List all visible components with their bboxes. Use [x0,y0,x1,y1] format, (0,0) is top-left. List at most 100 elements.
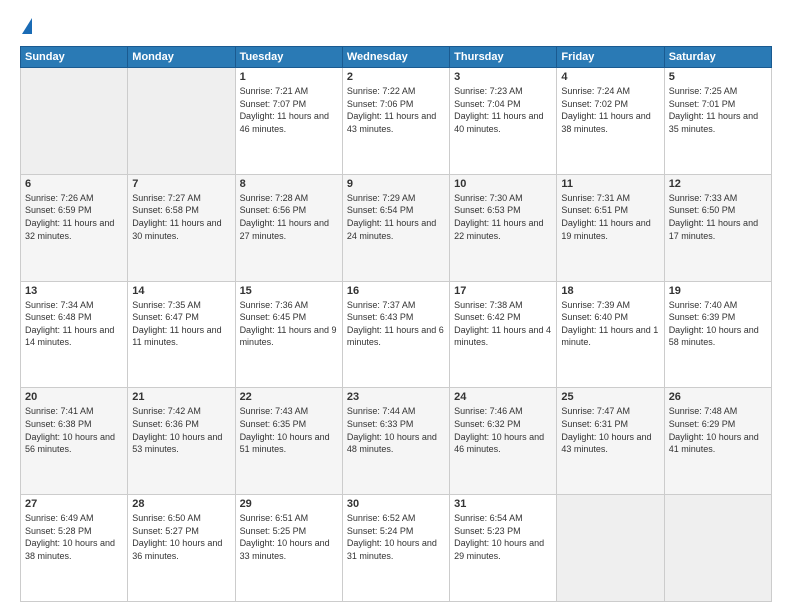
calendar-cell: 16 Sunrise: 7:37 AM Sunset: 6:43 PM Dayli… [342,281,449,388]
calendar-cell: 10Sunrise: 7:30 AM Sunset: 6:53 PM Dayli… [450,174,557,281]
calendar-cell: 9 Sunrise: 7:29 AM Sunset: 6:54 PM Daylig… [342,174,449,281]
calendar-cell: 8 Sunrise: 7:28 AM Sunset: 6:56 PM Daylig… [235,174,342,281]
day-number: 15 [240,285,338,297]
day-info: Sunrise: 7:34 AM Sunset: 6:48 PM Dayligh… [25,299,123,349]
day-number: 26 [669,391,767,403]
day-info: Sunrise: 6:49 AM Sunset: 5:28 PM Dayligh… [25,512,123,562]
calendar-cell: 6 Sunrise: 7:26 AM Sunset: 6:59 PM Daylig… [21,174,128,281]
calendar-cell: 7Sunrise: 7:27 AM Sunset: 6:58 PM Daylig… [128,174,235,281]
page: SundayMondayTuesdayWednesdayThursdayFrid… [0,0,792,612]
day-info: Sunrise: 7:40 AM Sunset: 6:39 PM Dayligh… [669,299,767,349]
day-number: 3 [454,71,552,83]
calendar-cell: 20Sunrise: 7:41 AM Sunset: 6:38 PM Dayli… [21,388,128,495]
header [20,18,772,36]
day-number: 8 [240,178,338,190]
calendar-cell: 25 Sunrise: 7:47 AM Sunset: 6:31 PM Dayli… [557,388,664,495]
calendar-cell: 21 Sunrise: 7:42 AM Sunset: 6:36 PM Dayli… [128,388,235,495]
calendar-cell: 11 Sunrise: 7:31 AM Sunset: 6:51 PM Dayli… [557,174,664,281]
calendar-week-row: 13 Sunrise: 7:34 AM Sunset: 6:48 PM Dayli… [21,281,772,388]
calendar-table: SundayMondayTuesdayWednesdayThursdayFrid… [20,46,772,602]
day-number: 25 [561,391,659,403]
calendar-week-row: 20Sunrise: 7:41 AM Sunset: 6:38 PM Dayli… [21,388,772,495]
day-number: 23 [347,391,445,403]
calendar-cell: 13 Sunrise: 7:34 AM Sunset: 6:48 PM Dayli… [21,281,128,388]
day-info: Sunrise: 7:27 AM Sunset: 6:58 PM Dayligh… [132,192,230,242]
calendar-cell [128,68,235,175]
calendar-day-header: Friday [557,47,664,68]
day-number: 2 [347,71,445,83]
day-info: Sunrise: 6:54 AM Sunset: 5:23 PM Dayligh… [454,512,552,562]
day-info: Sunrise: 7:44 AM Sunset: 6:33 PM Dayligh… [347,405,445,455]
day-number: 16 [347,285,445,297]
day-number: 4 [561,71,659,83]
day-info: Sunrise: 7:23 AM Sunset: 7:04 PM Dayligh… [454,85,552,135]
day-number: 29 [240,498,338,510]
calendar-cell: 26 Sunrise: 7:48 AM Sunset: 6:29 PM Dayli… [664,388,771,495]
calendar-cell: 30Sunrise: 6:52 AM Sunset: 5:24 PM Dayli… [342,495,449,602]
day-info: Sunrise: 7:42 AM Sunset: 6:36 PM Dayligh… [132,405,230,455]
day-number: 20 [25,391,123,403]
day-number: 18 [561,285,659,297]
calendar-cell: 14Sunrise: 7:35 AM Sunset: 6:47 PM Dayli… [128,281,235,388]
day-number: 13 [25,285,123,297]
day-number: 6 [25,178,123,190]
day-info: Sunrise: 7:36 AM Sunset: 6:45 PM Dayligh… [240,299,338,349]
calendar-cell: 2 Sunrise: 7:22 AM Sunset: 7:06 PM Daylig… [342,68,449,175]
calendar-day-header: Sunday [21,47,128,68]
day-info: Sunrise: 7:47 AM Sunset: 6:31 PM Dayligh… [561,405,659,455]
calendar-cell: 19 Sunrise: 7:40 AM Sunset: 6:39 PM Dayli… [664,281,771,388]
calendar-body: 1 Sunrise: 7:21 AM Sunset: 7:07 PM Daylig… [21,68,772,602]
calendar-cell: 22 Sunrise: 7:43 AM Sunset: 6:35 PM Dayli… [235,388,342,495]
day-number: 5 [669,71,767,83]
calendar-cell [664,495,771,602]
day-info: Sunrise: 7:21 AM Sunset: 7:07 PM Dayligh… [240,85,338,135]
day-info: Sunrise: 7:26 AM Sunset: 6:59 PM Dayligh… [25,192,123,242]
day-info: Sunrise: 7:29 AM Sunset: 6:54 PM Dayligh… [347,192,445,242]
day-info: Sunrise: 6:51 AM Sunset: 5:25 PM Dayligh… [240,512,338,562]
logo [20,18,32,36]
calendar-cell: 3 Sunrise: 7:23 AM Sunset: 7:04 PM Daylig… [450,68,557,175]
calendar-cell: 28Sunrise: 6:50 AM Sunset: 5:27 PM Dayli… [128,495,235,602]
day-number: 12 [669,178,767,190]
calendar-day-header: Monday [128,47,235,68]
calendar-cell: 4 Sunrise: 7:24 AM Sunset: 7:02 PM Daylig… [557,68,664,175]
day-number: 21 [132,391,230,403]
day-info: Sunrise: 7:28 AM Sunset: 6:56 PM Dayligh… [240,192,338,242]
day-number: 27 [25,498,123,510]
calendar-cell: 1 Sunrise: 7:21 AM Sunset: 7:07 PM Daylig… [235,68,342,175]
day-number: 19 [669,285,767,297]
calendar-day-header: Wednesday [342,47,449,68]
day-info: Sunrise: 7:33 AM Sunset: 6:50 PM Dayligh… [669,192,767,242]
day-info: Sunrise: 7:22 AM Sunset: 7:06 PM Dayligh… [347,85,445,135]
day-number: 17 [454,285,552,297]
day-info: Sunrise: 7:24 AM Sunset: 7:02 PM Dayligh… [561,85,659,135]
day-info: Sunrise: 7:48 AM Sunset: 6:29 PM Dayligh… [669,405,767,455]
day-info: Sunrise: 7:37 AM Sunset: 6:43 PM Dayligh… [347,299,445,349]
day-number: 1 [240,71,338,83]
calendar-week-row: 6 Sunrise: 7:26 AM Sunset: 6:59 PM Daylig… [21,174,772,281]
day-number: 24 [454,391,552,403]
calendar-day-header: Saturday [664,47,771,68]
logo-triangle-icon [22,18,32,34]
day-info: Sunrise: 7:43 AM Sunset: 6:35 PM Dayligh… [240,405,338,455]
calendar-cell: 23 Sunrise: 7:44 AM Sunset: 6:33 PM Dayli… [342,388,449,495]
day-number: 22 [240,391,338,403]
day-info: Sunrise: 7:31 AM Sunset: 6:51 PM Dayligh… [561,192,659,242]
calendar-week-row: 27 Sunrise: 6:49 AM Sunset: 5:28 PM Dayli… [21,495,772,602]
calendar-cell: 5 Sunrise: 7:25 AM Sunset: 7:01 PM Daylig… [664,68,771,175]
day-number: 9 [347,178,445,190]
calendar-cell: 12 Sunrise: 7:33 AM Sunset: 6:50 PM Dayli… [664,174,771,281]
calendar-week-row: 1 Sunrise: 7:21 AM Sunset: 7:07 PM Daylig… [21,68,772,175]
day-number: 31 [454,498,552,510]
day-info: Sunrise: 7:39 AM Sunset: 6:40 PM Dayligh… [561,299,659,349]
day-info: Sunrise: 7:25 AM Sunset: 7:01 PM Dayligh… [669,85,767,135]
calendar-header-row: SundayMondayTuesdayWednesdayThursdayFrid… [21,47,772,68]
day-info: Sunrise: 7:38 AM Sunset: 6:42 PM Dayligh… [454,299,552,349]
calendar-day-header: Thursday [450,47,557,68]
day-info: Sunrise: 7:35 AM Sunset: 6:47 PM Dayligh… [132,299,230,349]
day-number: 11 [561,178,659,190]
calendar-cell: 17 Sunrise: 7:38 AM Sunset: 6:42 PM Dayli… [450,281,557,388]
calendar-cell [557,495,664,602]
day-number: 10 [454,178,552,190]
day-info: Sunrise: 7:46 AM Sunset: 6:32 PM Dayligh… [454,405,552,455]
